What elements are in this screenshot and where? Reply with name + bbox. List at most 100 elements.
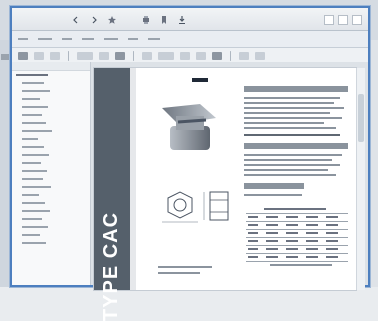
tree-item[interactable] [16,152,86,158]
close-button[interactable] [352,15,362,25]
tree-item[interactable] [16,128,86,134]
print-button[interactable] [140,16,152,26]
tool-button[interactable] [196,52,206,60]
tool-button[interactable] [99,52,109,60]
tool-button[interactable] [158,52,174,60]
text-line [244,107,344,109]
text-line [158,266,212,268]
menu-item[interactable] [18,38,28,40]
section-header-bar [244,183,304,189]
table-row [246,230,348,238]
tool-button[interactable] [212,52,222,60]
bookmark-button[interactable] [158,16,170,26]
text-line [244,122,324,124]
pdf-viewer-window: TYPE CAC [10,6,370,321]
text-line [244,127,336,129]
menu-item[interactable] [104,38,118,40]
section-header-bar [244,143,348,149]
tree-item[interactable] [16,184,86,190]
tree-item[interactable] [16,160,86,166]
viewer-main: TYPE CAC [12,62,368,321]
tree-item[interactable] [16,200,86,206]
tree-item[interactable] [16,176,86,182]
tool-button[interactable] [255,52,265,60]
tree-item[interactable] [16,168,86,174]
minimize-button[interactable] [324,15,334,25]
text-line [244,159,332,161]
tree-item[interactable] [16,104,86,110]
tool-button[interactable] [180,52,190,60]
tree-item[interactable] [16,72,86,78]
tree-item[interactable] [16,112,86,118]
bookmark-icon [159,15,169,27]
text-line [244,97,340,99]
vertical-scrollbar[interactable] [356,68,365,290]
toolbar-separator [230,51,231,61]
arrow-right-icon [89,15,99,27]
bookmarks-sidebar [12,62,91,285]
menu-item[interactable] [128,38,138,40]
tree-item[interactable] [16,88,86,94]
text-line [244,164,340,166]
toolbar-separator [68,51,69,61]
tree-item[interactable] [16,208,86,214]
menu-item[interactable] [38,38,52,40]
menu-item[interactable] [148,38,160,40]
text-line [244,102,334,104]
tree-item[interactable] [16,80,86,86]
tree-item[interactable] [16,136,86,142]
tree-item[interactable] [16,240,86,246]
table-row [246,238,348,246]
text-line [244,194,302,196]
footer-right [270,264,340,270]
menu-item[interactable] [62,38,72,40]
tool-button[interactable] [34,52,44,60]
nav-toolbar-group [70,16,118,26]
print-icon [141,15,151,27]
text-line [244,169,328,171]
tree-item[interactable] [16,192,86,198]
text-line [244,134,340,136]
table-row [246,214,348,222]
footer-note [158,266,218,278]
tree-item[interactable] [16,224,86,230]
text-line [244,154,342,156]
page-left-stripe [130,68,136,290]
table-row [246,222,348,230]
page-left-band: TYPE CAC [94,68,130,321]
download-button[interactable] [176,16,188,26]
tree-item[interactable] [16,232,86,238]
vertical-title-text: TYPE CAC [100,211,123,321]
arrow-left-icon [71,15,81,27]
sidebar-header [12,62,90,71]
tool-button[interactable] [239,52,249,60]
page-viewport[interactable]: TYPE CAC [94,68,365,321]
tool-button[interactable] [77,52,93,60]
tool-button[interactable] [142,52,152,60]
scrollbar-thumb[interactable] [358,94,364,142]
toolbar-separator [133,51,134,61]
menu-item[interactable] [82,38,94,40]
file-toolbar-group [140,16,188,26]
favorite-button[interactable] [106,16,118,26]
maximize-button[interactable] [338,15,348,25]
tool-button[interactable] [18,52,28,60]
forward-button[interactable] [88,16,100,26]
tool-button[interactable] [115,52,125,60]
vertical-title: TYPE CAC [98,78,126,321]
star-icon [107,15,117,27]
tree-item[interactable] [16,216,86,222]
table-row [246,246,348,254]
pdf-page: TYPE CAC [94,68,356,321]
tree-item[interactable] [16,96,86,102]
tree-item[interactable] [16,144,86,150]
section-header-bar [244,86,348,92]
table-row [246,206,348,214]
window-controls [324,15,362,25]
bookmark-tree [16,72,86,248]
text-line [270,264,332,266]
tool-button[interactable] [50,52,60,60]
text-line [244,112,330,114]
tree-item[interactable] [16,120,86,126]
back-button[interactable] [70,16,82,26]
